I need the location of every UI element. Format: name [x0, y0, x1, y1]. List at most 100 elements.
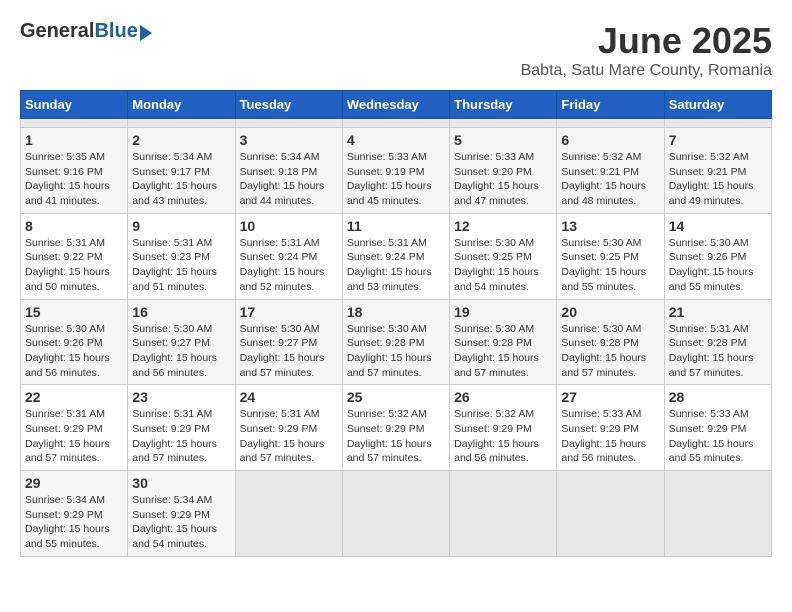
calendar-cell	[128, 119, 235, 128]
calendar-week-row: 22 Sunrise: 5:31 AM Sunset: 9:29 PM Dayli…	[21, 385, 772, 471]
calendar-cell	[342, 471, 449, 557]
calendar-cell: 11 Sunrise: 5:31 AM Sunset: 9:24 PM Dayli…	[342, 213, 449, 299]
day-number: 15	[25, 304, 123, 320]
calendar-cell: 24 Sunrise: 5:31 AM Sunset: 9:29 PM Dayli…	[235, 385, 342, 471]
calendar-cell	[342, 119, 449, 128]
calendar-cell: 21 Sunrise: 5:31 AM Sunset: 9:28 PM Dayli…	[664, 299, 771, 385]
day-info: Sunrise: 5:30 AM Sunset: 9:26 PM Dayligh…	[669, 236, 767, 295]
calendar-cell: 17Sunrise: 5:30 AM Sunset: 9:27 PM Dayli…	[235, 299, 342, 385]
calendar-week-row: 1Sunrise: 5:35 AM Sunset: 9:16 PM Daylig…	[21, 128, 772, 214]
day-info: Sunrise: 5:34 AM Sunset: 9:29 PM Dayligh…	[25, 493, 123, 552]
day-number: 30	[132, 475, 230, 491]
calendar-header-row: SundayMondayTuesdayWednesdayThursdayFrid…	[21, 91, 772, 119]
day-number: 5	[454, 132, 552, 148]
day-number: 6	[561, 132, 659, 148]
logo: General Blue	[20, 20, 152, 43]
calendar-week-row: 29Sunrise: 5:34 AM Sunset: 9:29 PM Dayli…	[21, 471, 772, 557]
day-info: Sunrise: 5:31 AM Sunset: 9:29 PM Dayligh…	[240, 407, 338, 466]
calendar-cell: 15 Sunrise: 5:30 AM Sunset: 9:26 PM Dayli…	[21, 299, 128, 385]
calendar-cell	[664, 471, 771, 557]
day-number: 17	[240, 304, 338, 320]
day-info: Sunrise: 5:30 AM Sunset: 9:27 PM Dayligh…	[132, 322, 230, 381]
day-info: Sunrise: 5:30 AM Sunset: 9:28 PM Dayligh…	[561, 322, 659, 381]
calendar-cell: 25 Sunrise: 5:32 AM Sunset: 9:29 PM Dayli…	[342, 385, 449, 471]
calendar-cell	[235, 471, 342, 557]
calendar-cell: 7Sunrise: 5:32 AM Sunset: 9:21 PM Daylig…	[664, 128, 771, 214]
day-info: Sunrise: 5:32 AM Sunset: 9:29 PM Dayligh…	[454, 407, 552, 466]
day-number: 8	[25, 218, 123, 234]
calendar-cell: 22 Sunrise: 5:31 AM Sunset: 9:29 PM Dayli…	[21, 385, 128, 471]
day-number: 13	[561, 218, 659, 234]
day-info: Sunrise: 5:30 AM Sunset: 9:28 PM Dayligh…	[347, 322, 445, 381]
calendar-week-row: 15 Sunrise: 5:30 AM Sunset: 9:26 PM Dayli…	[21, 299, 772, 385]
day-info: Sunrise: 5:32 AM Sunset: 9:29 PM Dayligh…	[347, 407, 445, 466]
calendar-cell: 29Sunrise: 5:34 AM Sunset: 9:29 PM Dayli…	[21, 471, 128, 557]
calendar-cell: 23 Sunrise: 5:31 AM Sunset: 9:29 PM Dayli…	[128, 385, 235, 471]
logo-blue-text: Blue	[94, 20, 137, 43]
day-number: 11	[347, 218, 445, 234]
calendar-cell: 1Sunrise: 5:35 AM Sunset: 9:16 PM Daylig…	[21, 128, 128, 214]
day-info: Sunrise: 5:30 AM Sunset: 9:25 PM Dayligh…	[561, 236, 659, 295]
day-number: 16	[132, 304, 230, 320]
calendar-cell: 16 Sunrise: 5:30 AM Sunset: 9:27 PM Dayli…	[128, 299, 235, 385]
day-info: Sunrise: 5:30 AM Sunset: 9:25 PM Dayligh…	[454, 236, 552, 295]
weekday-header-wednesday: Wednesday	[342, 91, 449, 119]
day-number: 10	[240, 218, 338, 234]
day-number: 23	[132, 389, 230, 405]
calendar-cell: 8 Sunrise: 5:31 AM Sunset: 9:22 PM Daylig…	[21, 213, 128, 299]
day-info: Sunrise: 5:33 AM Sunset: 9:29 PM Dayligh…	[561, 407, 659, 466]
calendar-cell: 13 Sunrise: 5:30 AM Sunset: 9:25 PM Dayli…	[557, 213, 664, 299]
day-info: Sunrise: 5:33 AM Sunset: 9:20 PM Dayligh…	[454, 150, 552, 209]
day-info: Sunrise: 5:31 AM Sunset: 9:24 PM Dayligh…	[347, 236, 445, 295]
day-info: Sunrise: 5:31 AM Sunset: 9:23 PM Dayligh…	[132, 236, 230, 295]
day-info: Sunrise: 5:33 AM Sunset: 9:29 PM Dayligh…	[669, 407, 767, 466]
calendar-cell: 14Sunrise: 5:30 AM Sunset: 9:26 PM Dayli…	[664, 213, 771, 299]
logo-general-text: General	[20, 20, 94, 43]
title-area: June 2025 Babta, Satu Mare County, Roman…	[521, 20, 772, 80]
day-number: 25	[347, 389, 445, 405]
day-info: Sunrise: 5:30 AM Sunset: 9:28 PM Dayligh…	[454, 322, 552, 381]
weekday-header-monday: Monday	[128, 91, 235, 119]
day-number: 22	[25, 389, 123, 405]
location-title: Babta, Satu Mare County, Romania	[521, 62, 772, 80]
calendar-cell: 9Sunrise: 5:31 AM Sunset: 9:23 PM Daylig…	[128, 213, 235, 299]
calendar-cell: 26 Sunrise: 5:32 AM Sunset: 9:29 PM Dayli…	[450, 385, 557, 471]
day-number: 26	[454, 389, 552, 405]
day-info: Sunrise: 5:31 AM Sunset: 9:29 PM Dayligh…	[25, 407, 123, 466]
day-number: 3	[240, 132, 338, 148]
calendar-cell	[664, 119, 771, 128]
day-number: 27	[561, 389, 659, 405]
calendar-cell: 19 Sunrise: 5:30 AM Sunset: 9:28 PM Dayli…	[450, 299, 557, 385]
calendar-cell: 4Sunrise: 5:33 AM Sunset: 9:19 PM Daylig…	[342, 128, 449, 214]
day-info: Sunrise: 5:34 AM Sunset: 9:29 PM Dayligh…	[132, 493, 230, 552]
day-info: Sunrise: 5:32 AM Sunset: 9:21 PM Dayligh…	[561, 150, 659, 209]
calendar-cell	[21, 119, 128, 128]
day-number: 18	[347, 304, 445, 320]
calendar-table: SundayMondayTuesdayWednesdayThursdayFrid…	[20, 90, 772, 557]
calendar-cell	[557, 119, 664, 128]
day-number: 4	[347, 132, 445, 148]
day-number: 24	[240, 389, 338, 405]
weekday-header-thursday: Thursday	[450, 91, 557, 119]
calendar-week-row: 8 Sunrise: 5:31 AM Sunset: 9:22 PM Daylig…	[21, 213, 772, 299]
day-info: Sunrise: 5:31 AM Sunset: 9:28 PM Dayligh…	[669, 322, 767, 381]
day-number: 20	[561, 304, 659, 320]
day-info: Sunrise: 5:31 AM Sunset: 9:22 PM Dayligh…	[25, 236, 123, 295]
calendar-cell: 27 Sunrise: 5:33 AM Sunset: 9:29 PM Dayli…	[557, 385, 664, 471]
calendar-cell: 5 Sunrise: 5:33 AM Sunset: 9:20 PM Daylig…	[450, 128, 557, 214]
weekday-header-sunday: Sunday	[21, 91, 128, 119]
day-number: 21	[669, 304, 767, 320]
day-info: Sunrise: 5:30 AM Sunset: 9:26 PM Dayligh…	[25, 322, 123, 381]
calendar-cell	[450, 471, 557, 557]
calendar-cell: 30 Sunrise: 5:34 AM Sunset: 9:29 PM Dayli…	[128, 471, 235, 557]
day-number: 19	[454, 304, 552, 320]
logo-arrow-icon	[140, 25, 152, 41]
calendar-cell: 10Sunrise: 5:31 AM Sunset: 9:24 PM Dayli…	[235, 213, 342, 299]
calendar-cell: 28 Sunrise: 5:33 AM Sunset: 9:29 PM Dayli…	[664, 385, 771, 471]
calendar-cell: 20 Sunrise: 5:30 AM Sunset: 9:28 PM Dayli…	[557, 299, 664, 385]
day-number: 28	[669, 389, 767, 405]
header: General Blue June 2025 Babta, Satu Mare …	[20, 20, 772, 80]
day-info: Sunrise: 5:31 AM Sunset: 9:29 PM Dayligh…	[132, 407, 230, 466]
weekday-header-tuesday: Tuesday	[235, 91, 342, 119]
day-number: 12	[454, 218, 552, 234]
